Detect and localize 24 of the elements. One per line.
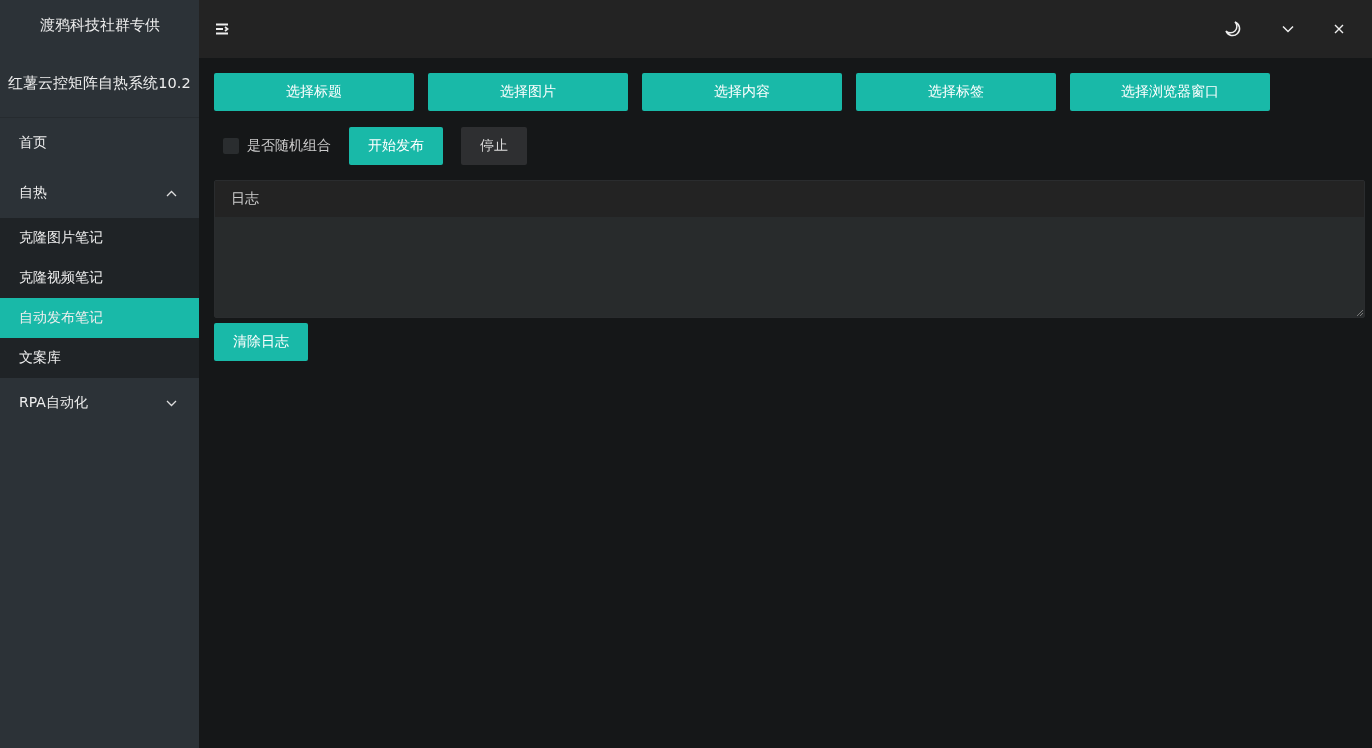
checkbox-label: 是否随机组合 <box>247 137 331 155</box>
submenu-item[interactable]: 文案库 <box>0 338 199 378</box>
menu-item[interactable]: 自热 <box>0 168 199 218</box>
submenu-item[interactable]: 自动发布笔记 <box>0 298 199 338</box>
menu-item[interactable]: RPA自动化 <box>0 378 199 428</box>
moon-icon[interactable] <box>1224 20 1242 38</box>
select-button[interactable]: 选择标签 <box>856 73 1056 111</box>
submenu-item[interactable]: 克隆图片笔记 <box>0 218 199 258</box>
menu-icon[interactable] <box>215 23 229 35</box>
log-title: 日志 <box>231 190 259 208</box>
resize-handle-icon[interactable] <box>1356 309 1363 316</box>
app-title: 红薯云控矩阵自热系统10.2 <box>0 50 199 118</box>
start-button[interactable]: 开始发布 <box>349 127 443 165</box>
close-icon[interactable] <box>1334 24 1344 34</box>
stop-button[interactable]: 停止 <box>461 127 527 165</box>
submenu-item[interactable]: 克隆视频笔记 <box>0 258 199 298</box>
select-button[interactable]: 选择标题 <box>214 73 414 111</box>
menu-item[interactable]: 首页 <box>0 118 199 168</box>
select-button[interactable]: 选择浏览器窗口 <box>1070 73 1270 111</box>
clear-log-button[interactable]: 清除日志 <box>214 323 308 361</box>
chevron-down-icon[interactable] <box>1282 25 1294 33</box>
select-button[interactable]: 选择图片 <box>428 73 628 111</box>
select-button[interactable]: 选择内容 <box>642 73 842 111</box>
brand-title: 渡鸦科技社群专供 <box>38 14 161 36</box>
